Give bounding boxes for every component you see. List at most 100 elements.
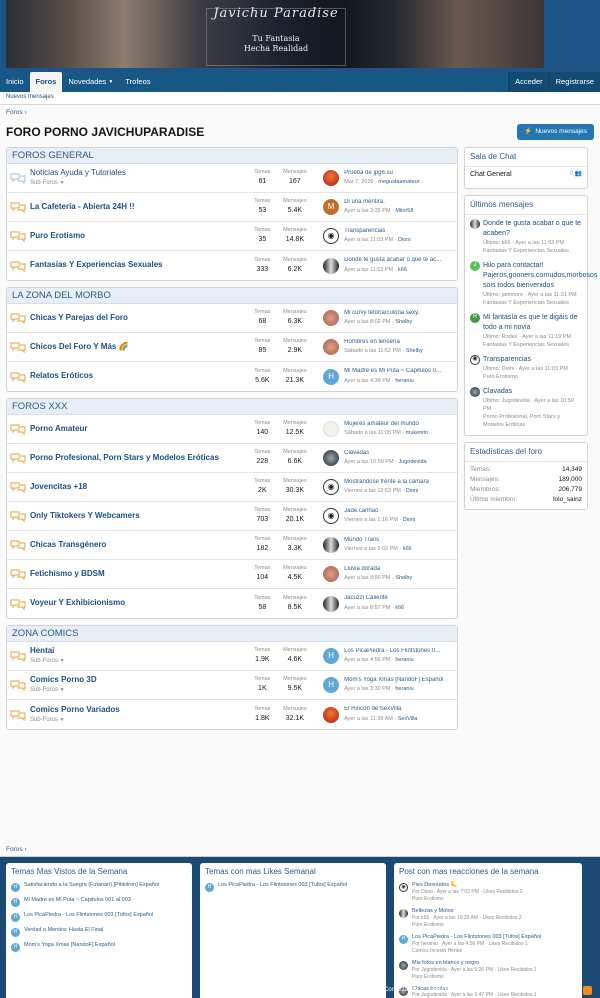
node-title[interactable]: La Cafetería - Abierta 24H !!: [30, 202, 135, 211]
node-title[interactable]: Voyeur Y Exhibicionismo: [30, 598, 125, 607]
node-title[interactable]: Chicas Transgénero: [30, 540, 106, 549]
reaction-post-title[interactable]: Mis fotos en blanco y negro: [412, 960, 537, 967]
latest-post-title[interactable]: Donde te gusta acabar o que te acaben?: [483, 219, 582, 239]
avatar[interactable]: ◉: [323, 479, 340, 495]
avatar[interactable]: [470, 218, 480, 229]
thread-title[interactable]: Los PicaPiedra - Los Flintstones 003 [Tu…: [218, 882, 347, 889]
last-post-user[interactable]: k66: [398, 267, 407, 273]
rss-icon[interactable]: [583, 986, 592, 995]
last-post-title[interactable]: Lluvia dorada: [344, 566, 412, 574]
latest-post-forum[interactable]: Fantasias Y Experiencias Sexuales: [483, 341, 582, 349]
avatar[interactable]: [323, 537, 340, 553]
thread-title[interactable]: Verdad o Mentira: Hasta El Final: [24, 927, 103, 934]
last-post-user[interactable]: Jugodevida: [398, 459, 426, 465]
avatar[interactable]: [323, 421, 340, 437]
avatar[interactable]: H: [11, 898, 20, 907]
latest-post-forum[interactable]: Porno Profesional, Porn Stars y Modelos …: [483, 413, 582, 429]
register-button[interactable]: Registrarse: [548, 72, 600, 92]
avatar[interactable]: H: [11, 913, 20, 922]
avatar[interactable]: ◉: [399, 883, 408, 892]
avatar[interactable]: [470, 386, 480, 397]
last-post-title[interactable]: Donde te gusta acabar o que te ac...: [344, 257, 441, 265]
thread-title[interactable]: Mom's Yoga Xmas [NandoF] Español: [24, 942, 115, 949]
avatar[interactable]: H: [11, 928, 20, 937]
avatar[interactable]: ◉: [470, 354, 480, 365]
last-post-title[interactable]: Mundo Trans: [344, 537, 411, 545]
reaction-post-title[interactable]: Pies Desnudos 🦶: [412, 882, 523, 889]
avatar[interactable]: [323, 566, 340, 582]
subforums-toggle[interactable]: Sub-Foros ▼: [30, 658, 246, 666]
reaction-post-title[interactable]: Los PicaPiedra - Los Flintstones 003 [Tu…: [412, 934, 541, 941]
last-post-user[interactable]: mukenito: [406, 430, 428, 436]
login-button[interactable]: Acceder: [508, 72, 549, 92]
new-messages-link[interactable]: Nuevos mensajes: [6, 94, 54, 102]
footer-contact[interactable]: Contáctanos: [384, 987, 418, 995]
nav-forums[interactable]: Foros: [29, 72, 63, 92]
last-post-title[interactable]: Jade.canhao: [344, 508, 415, 516]
reaction-post-forum[interactable]: Puro Erotismo: [412, 974, 537, 981]
node-title[interactable]: Relatos Eróticos: [30, 371, 93, 380]
node-title[interactable]: Porno Profesional, Porn Stars y Modelos …: [30, 453, 219, 462]
latest-post-forum[interactable]: Fantasias Y Experiencias Sexuales: [483, 247, 582, 255]
avatar[interactable]: H: [11, 943, 20, 952]
footer-terms[interactable]: Términos y reglas: [428, 987, 476, 995]
nav-home[interactable]: Inicio: [0, 72, 30, 92]
last-post-user[interactable]: heraniu: [395, 378, 413, 384]
avatar[interactable]: [399, 908, 408, 918]
avatar[interactable]: [323, 595, 340, 612]
node-title[interactable]: Chicos Del Foro Y Más 🌈: [30, 342, 129, 351]
avatar[interactable]: H: [323, 648, 340, 664]
last-post-user[interactable]: Dioni: [398, 237, 411, 243]
node-title[interactable]: Hentai: [30, 646, 54, 655]
thread-title[interactable]: Mi Madre es Mi Puta ~ Capitulos 001 al 0…: [24, 897, 131, 904]
last-post-user[interactable]: k66: [395, 605, 404, 611]
latest-post-title[interactable]: Transparencias: [483, 355, 568, 365]
node-title[interactable]: Chicas Y Parejas del Foro: [30, 313, 128, 322]
site-banner[interactable]: Javichu Paradise Tu Fantasia Hecha Reali…: [6, 0, 544, 68]
avatar[interactable]: [323, 450, 340, 466]
subforums-toggle[interactable]: Sub-Foros ▼: [30, 687, 246, 695]
chat-room[interactable]: Chat General 0 👥: [465, 167, 587, 184]
avatar[interactable]: H: [323, 368, 340, 385]
last-post-user[interactable]: Milor58: [395, 208, 413, 214]
last-post-title[interactable]: Prueba de jpg6.su: [344, 170, 420, 178]
node-title[interactable]: Jovencitas +18: [30, 482, 87, 491]
avatar[interactable]: [323, 257, 340, 274]
category-title[interactable]: FOROS GENERAL: [7, 148, 457, 164]
last-post-user[interactable]: heraniu: [395, 657, 413, 663]
breadcrumb-forums-bottom[interactable]: Foros: [6, 846, 23, 853]
reaction-post-forum[interactable]: Puro Erotismo: [412, 922, 522, 929]
avatar[interactable]: J: [470, 260, 480, 271]
last-post-user[interactable]: SexVilla: [398, 716, 418, 722]
node-title[interactable]: Fetichismo y BDSM: [30, 569, 105, 578]
last-post-title[interactable]: Mi Madre es Mi Puta ~ Capitulos 0...: [344, 368, 441, 376]
last-post-user[interactable]: Dioni: [406, 488, 419, 494]
chevron-down-icon[interactable]: ▼: [108, 79, 113, 85]
last-post-title[interactable]: Los PicaPiedra - Los Flintstones 0...: [344, 648, 440, 656]
node-title[interactable]: Comics Porno 3D: [30, 675, 97, 684]
last-post-title[interactable]: Mom's Yoga Xmas [NandoF] Español: [344, 677, 443, 685]
breadcrumb-forums[interactable]: Foros: [6, 109, 23, 117]
latest-post-title[interactable]: Clavadas: [483, 387, 582, 397]
avatar[interactable]: [323, 170, 340, 186]
last-post-user[interactable]: Shelby: [395, 319, 412, 325]
avatar[interactable]: [323, 310, 340, 326]
subforums-toggle[interactable]: Sub-Foros ▼: [30, 180, 246, 188]
subforums-toggle[interactable]: Sub-Foros ▼: [30, 717, 246, 725]
last-post-user[interactable]: Shelby: [406, 348, 423, 354]
avatar[interactable]: ◉: [323, 228, 340, 244]
footer-home[interactable]: Inicio: [559, 987, 573, 995]
category-title[interactable]: FOROS XXX: [7, 399, 457, 415]
stat-value[interactable]: lolo_sainz: [553, 496, 582, 504]
reaction-post-title[interactable]: Bellezas y Motos: [412, 908, 522, 915]
last-post-title[interactable]: Mi curvy tetona/culona sexy.: [344, 310, 419, 318]
node-title[interactable]: Noticias Ayuda y Tutoriales: [30, 168, 126, 177]
last-post-title[interactable]: Hombres en lencería: [344, 339, 423, 347]
latest-post-title[interactable]: Mi fantasía es que le digáis de todo a m…: [483, 313, 582, 333]
last-post-title[interactable]: Mostrándose frente a la cámara: [344, 479, 429, 487]
node-title[interactable]: Fantasias Y Experiencias Sexuales: [30, 260, 163, 269]
avatar[interactable]: [399, 960, 408, 970]
last-post-user[interactable]: Dioni: [403, 517, 416, 523]
avatar[interactable]: H: [11, 883, 20, 892]
avatar[interactable]: H: [323, 677, 340, 693]
